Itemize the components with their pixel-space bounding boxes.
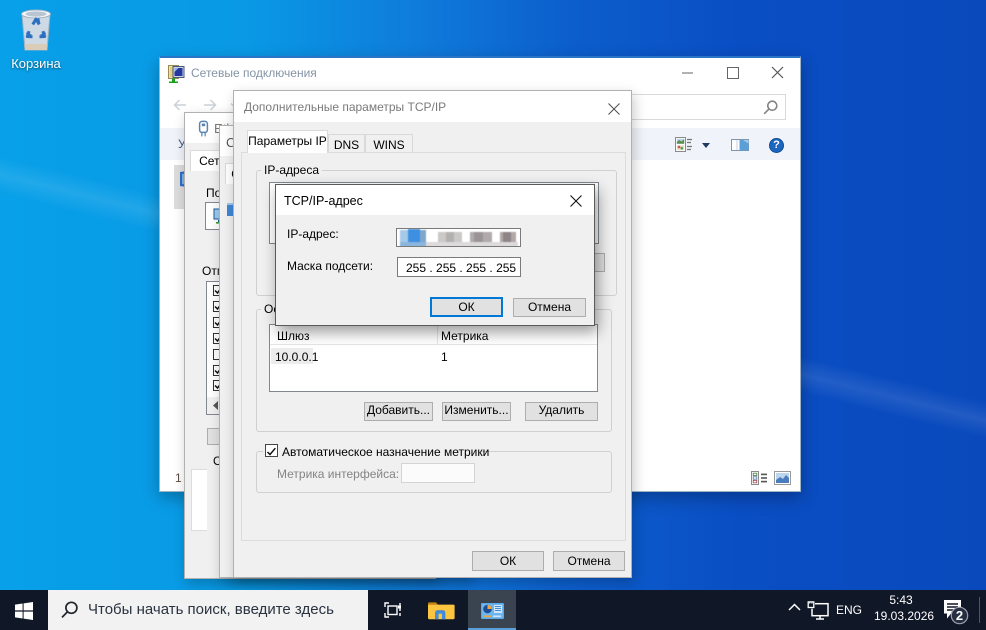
svg-text:2: 2	[956, 608, 963, 623]
